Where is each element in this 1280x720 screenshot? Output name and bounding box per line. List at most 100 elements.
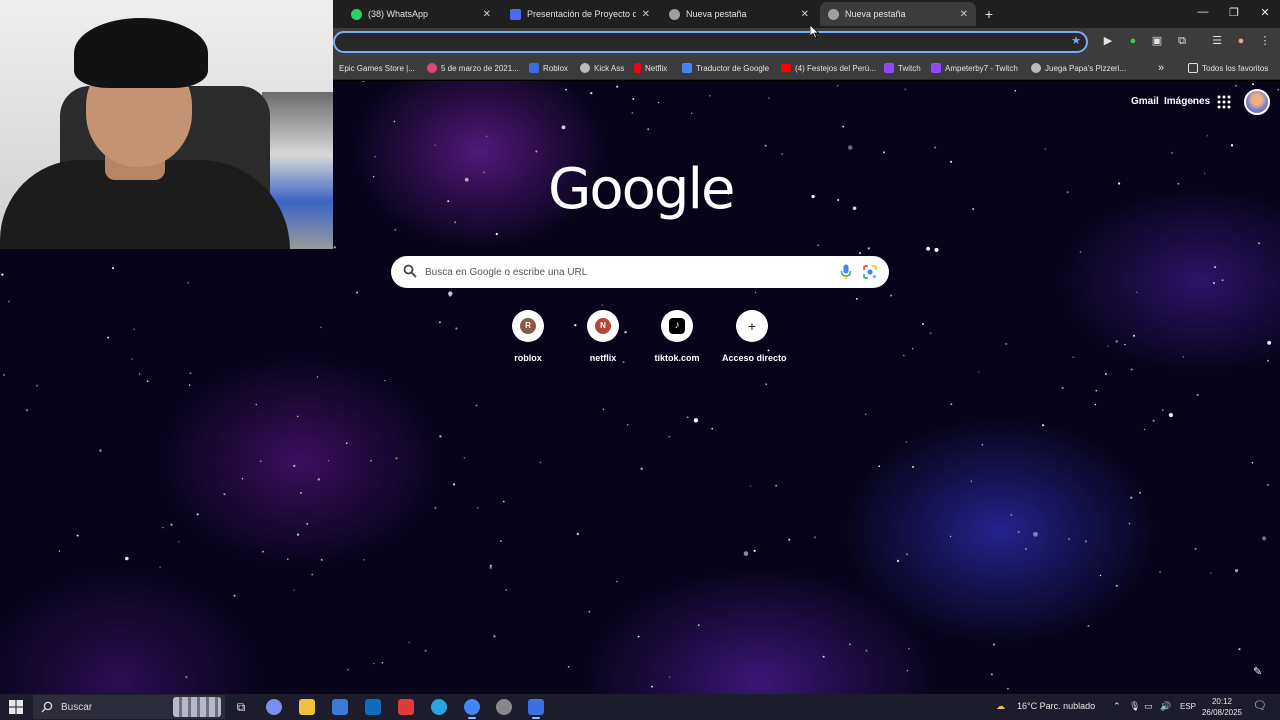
- bookmark-epic-games[interactable]: Epic Games Store |...: [339, 61, 415, 75]
- tab-close-icon[interactable]: ✕: [801, 9, 809, 20]
- tiktok-icon: ♪: [669, 318, 685, 334]
- tab-close-icon[interactable]: ✕: [642, 9, 650, 20]
- tab-close-icon[interactable]: ✕: [483, 9, 491, 20]
- star: [903, 354, 905, 357]
- media-controls-icon[interactable]: ☰: [1210, 34, 1224, 48]
- obs-icon[interactable]: [496, 699, 512, 715]
- extension-square-icon[interactable]: ▣: [1150, 34, 1164, 48]
- star: [781, 153, 783, 155]
- taskbar-clock[interactable]: 20:12 26/08/2025: [1198, 696, 1246, 718]
- star: [464, 177, 469, 182]
- account-avatar[interactable]: [1244, 89, 1270, 115]
- google-search-box[interactable]: [391, 256, 889, 288]
- star: [241, 478, 244, 480]
- weather-text[interactable]: 16°C Parc. nublado: [1017, 701, 1095, 711]
- bookmark-kick-ass[interactable]: Kick Ass: [580, 61, 624, 75]
- star: [25, 409, 29, 412]
- new-tab-button[interactable]: +: [981, 6, 997, 22]
- taskbar-search-label: Buscar: [61, 701, 93, 713]
- bookmarks-overflow-button[interactable]: »: [1158, 61, 1164, 75]
- store-icon[interactable]: [332, 699, 348, 715]
- star: [1042, 424, 1045, 427]
- taskbar-search-box[interactable]: Buscar: [33, 695, 225, 719]
- all-bookmarks-button[interactable]: Todos los favoritos: [1188, 61, 1268, 75]
- tab-whatsapp[interactable]: (38) WhatsApp ✕: [343, 2, 499, 26]
- bookmark-label: Twitch: [898, 63, 921, 73]
- star: [483, 171, 485, 173]
- bookmark-papas-pizzeria[interactable]: Juega Papa's Pizzeri...: [1031, 61, 1126, 75]
- window-close-button[interactable]: ✕: [1257, 6, 1273, 19]
- shortcut-roblox[interactable]: R roblox: [498, 310, 558, 363]
- tab-close-icon[interactable]: ✕: [960, 9, 968, 20]
- shortcut-add[interactable]: + Acceso directo: [722, 310, 787, 363]
- star: [76, 534, 79, 537]
- google-apps-icon[interactable]: [1217, 95, 1231, 109]
- shortcut-netflix[interactable]: N netflix: [573, 310, 633, 363]
- windows-start-icon[interactable]: [9, 700, 23, 714]
- tab-presentacion[interactable]: Presentación de Proyecto de E ✕: [502, 2, 658, 26]
- blue-app-icon[interactable]: [528, 699, 544, 719]
- chrome-taskbar-icon[interactable]: [464, 699, 480, 719]
- network-icon[interactable]: ▭: [1144, 701, 1153, 712]
- search-input[interactable]: [425, 262, 825, 282]
- google-lens-icon[interactable]: [862, 264, 878, 280]
- star: [836, 84, 839, 87]
- address-bar[interactable]: [333, 31, 1088, 53]
- red-app-icon[interactable]: [398, 699, 414, 715]
- bookmark-netflix[interactable]: Netflix: [634, 61, 667, 75]
- microphone-icon[interactable]: [840, 264, 852, 280]
- bookmark-5-de-marzo[interactable]: 5 de marzo de 2021...: [427, 61, 519, 75]
- star: [187, 281, 190, 284]
- star: [1213, 282, 1215, 284]
- tab-nueva-pestana-active[interactable]: Nueva pestaña ✕: [820, 2, 976, 26]
- star: [170, 523, 173, 526]
- star: [934, 146, 937, 149]
- bookmark-festejos[interactable]: (4) Festejos del Perú...: [781, 61, 876, 75]
- bookmark-twitch[interactable]: Twitch: [884, 61, 921, 75]
- minimize-button[interactable]: —: [1195, 6, 1211, 18]
- gmail-link[interactable]: Gmail: [1131, 96, 1159, 107]
- star: [1044, 148, 1046, 150]
- star: [567, 665, 570, 668]
- star: [626, 424, 629, 426]
- star: [813, 536, 816, 539]
- star: [686, 416, 689, 419]
- volume-icon[interactable]: 🔊: [1160, 701, 1171, 712]
- task-view-icon[interactable]: ⧉: [233, 699, 249, 715]
- star: [345, 442, 348, 445]
- copilot-icon[interactable]: [266, 699, 282, 715]
- star: [1267, 340, 1272, 345]
- star: [477, 506, 479, 509]
- bookmark-roblox[interactable]: Roblox: [529, 61, 568, 75]
- bookmark-ampeterby7[interactable]: Ampeterby7 - Twitch: [931, 61, 1018, 75]
- tray-chevron-icon[interactable]: ⌃: [1113, 701, 1121, 712]
- bookmark-star-icon[interactable]: ★: [1069, 34, 1083, 48]
- customize-pencil-icon[interactable]: ✎: [1253, 666, 1265, 678]
- extensions-puzzle-icon[interactable]: ⧉: [1175, 34, 1189, 48]
- star: [1152, 419, 1155, 422]
- file-explorer-icon[interactable]: [299, 699, 315, 715]
- star: [1024, 547, 1028, 551]
- star: [708, 94, 711, 97]
- star: [223, 493, 226, 496]
- outlook-icon[interactable]: [365, 699, 381, 715]
- tab-nueva-pestana[interactable]: Nueva pestaña ✕: [661, 2, 817, 26]
- bookmark-traductor[interactable]: Traductor de Google: [682, 61, 769, 75]
- star: [852, 206, 857, 211]
- edge-icon[interactable]: [431, 699, 447, 715]
- shortcut-tile: ♪: [661, 310, 693, 342]
- maximize-button[interactable]: ❐: [1226, 6, 1242, 19]
- images-link[interactable]: Imágenes: [1164, 96, 1210, 107]
- star: [299, 491, 302, 494]
- notifications-icon[interactable]: 🗨: [1253, 699, 1267, 712]
- bookmark-label: Epic Games Store |...: [339, 63, 415, 73]
- menu-kebab-icon[interactable]: ⋮: [1258, 34, 1272, 48]
- profile-icon[interactable]: ●: [1234, 34, 1248, 48]
- star: [370, 459, 372, 462]
- microphone-tray-icon[interactable]: 🎙: [1129, 701, 1140, 712]
- language-indicator[interactable]: ESP: [1180, 702, 1196, 711]
- play-icon[interactable]: ▶: [1101, 34, 1115, 48]
- extension-icon[interactable]: ●: [1126, 34, 1140, 48]
- shortcut-tiktok[interactable]: ♪ tiktok.com: [647, 310, 707, 363]
- star: [896, 559, 900, 563]
